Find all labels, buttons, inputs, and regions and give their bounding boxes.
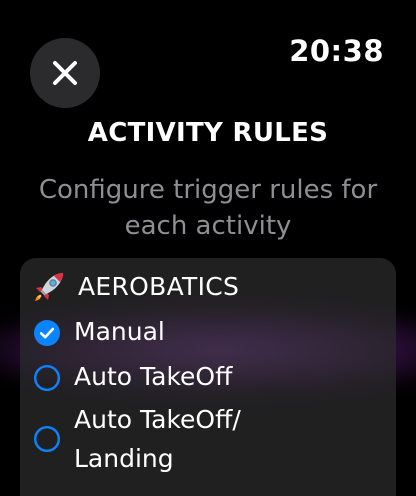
option-label: Manual	[74, 317, 165, 346]
empty-circle-icon	[34, 365, 60, 391]
option-manual[interactable]: Manual	[34, 316, 344, 351]
close-icon	[53, 61, 77, 85]
activity-card: AEROBATICS Manual Auto TakeOff Auto Take…	[20, 258, 396, 496]
status-time: 20:38	[289, 34, 384, 68]
close-button[interactable]	[30, 38, 100, 108]
activity-name: AEROBATICS	[78, 271, 240, 301]
option-label: Auto TakeOff/ Landing	[74, 405, 241, 473]
empty-circle-icon	[34, 426, 60, 452]
rocket-icon	[35, 273, 63, 301]
checkmark-circle-icon	[34, 320, 60, 346]
activity-rules-screen: 20:38 ACTIVITY RULES Configure trigger r…	[0, 0, 416, 496]
option-auto-takeoff[interactable]: Auto TakeOff	[34, 361, 344, 396]
page-title: ACTIVITY RULES	[87, 118, 329, 148]
page-subtitle: Configure trigger rules for each activit…	[38, 175, 378, 241]
option-auto-takeoff-landing[interactable]: Auto TakeOff/ Landing	[34, 405, 344, 478]
activity-header: AEROBATICS	[32, 268, 239, 304]
option-label: Auto TakeOff	[74, 362, 233, 391]
